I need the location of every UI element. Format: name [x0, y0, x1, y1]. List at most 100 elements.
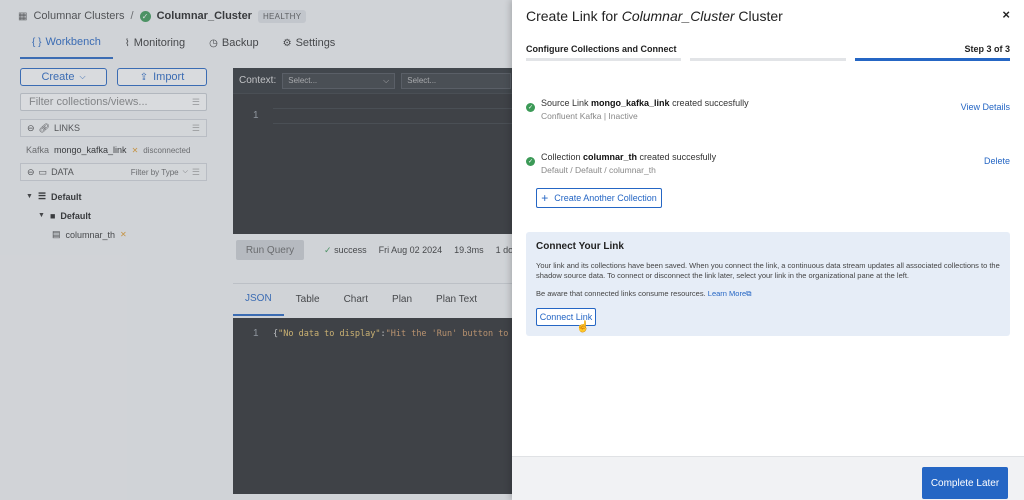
collection-icon: ▤: [52, 229, 61, 239]
tab-table[interactable]: Table: [284, 284, 332, 316]
tab-plan-text[interactable]: Plan Text: [424, 284, 489, 316]
create-label: Create: [41, 71, 75, 83]
import-button[interactable]: ⇪ Import: [117, 68, 207, 86]
result-json-line: {"No data to display":"Hit the 'Run' but…: [273, 329, 539, 339]
status-prefix: Source Link: [541, 98, 592, 108]
status-sub: Default / Default / columnar_th: [541, 165, 656, 175]
line-number: 1: [253, 110, 259, 121]
link-icon: 🔗︎: [38, 122, 50, 133]
connect-link-box: Connect Your Link Your link and its coll…: [526, 232, 1010, 336]
context-select-database[interactable]: Select... ⌵: [282, 72, 396, 89]
collapse-icon: ⊖: [27, 166, 35, 177]
collection-name: columnar_th: [65, 229, 116, 240]
title-suffix: Cluster: [734, 8, 783, 24]
tab-settings[interactable]: ⚙ Settings: [271, 34, 348, 59]
run-status: ✓ success: [324, 245, 367, 256]
folder-icon: ■: [49, 210, 56, 221]
clock-icon: ◷: [209, 37, 218, 49]
query-editor[interactable]: Context: Select... ⌵ Select... 1: [233, 68, 523, 234]
query-line[interactable]: [273, 108, 523, 124]
link-name: mongo_kafka_link: [54, 145, 127, 155]
create-another-label: Create Another Collection: [554, 193, 657, 203]
collapse-icon: ⊖: [27, 122, 35, 133]
database-name: Default: [51, 191, 82, 202]
filter-icon: ☰: [191, 96, 200, 107]
chart-icon: ⌇: [124, 37, 130, 49]
step-count: Step 3 of 3: [964, 44, 1010, 54]
filter-by-type[interactable]: Filter by Type: [131, 168, 179, 177]
data-header-label: DATA: [51, 167, 74, 177]
link-item[interactable]: Kafka mongo_kafka_link ✕ disconnected: [20, 137, 207, 163]
status-suffix: created succesfully: [669, 98, 749, 108]
tab-label: Backup: [221, 37, 259, 49]
kafka-tag: Kafka: [26, 145, 50, 155]
step-bar: [690, 58, 846, 61]
status-line: Source Link mongo_kafka_link created suc…: [541, 98, 749, 108]
breadcrumb-root[interactable]: Columnar Clusters: [33, 10, 124, 22]
status-item-link: ✓ Source Link mongo_kafka_link created s…: [526, 98, 1010, 121]
run-status-label: success: [334, 244, 367, 255]
success-check-icon: ✓: [526, 157, 535, 166]
status-prefix: Collection: [541, 152, 584, 162]
filter-icon: ☰: [191, 166, 200, 177]
status-name: columnar_th: [583, 152, 638, 162]
warning-icon: ✕: [120, 230, 127, 239]
tab-label: Workbench: [45, 36, 101, 48]
close-icon[interactable]: ×: [1002, 7, 1010, 22]
nav-tabs: { } Workbench ⌇ Monitoring ◷ Backup ⚙ Se…: [20, 34, 347, 59]
step-bar: [526, 58, 682, 61]
tab-monitoring[interactable]: ⌇ Monitoring: [113, 34, 197, 59]
tab-label: Monitoring: [133, 37, 186, 49]
breadcrumb-separator: /: [130, 10, 134, 22]
connect-note: Be aware that connected links consume re…: [536, 289, 1000, 299]
run-time: 19.3ms: [454, 245, 484, 255]
context-select-scope[interactable]: Select...: [401, 72, 512, 89]
chevron-down-icon: ⌵: [383, 75, 390, 85]
tab-chart[interactable]: Chart: [332, 284, 380, 316]
view-details-link[interactable]: View Details: [961, 102, 1010, 112]
links-section-header[interactable]: ⊖ 🔗︎ LINKS ☰: [20, 119, 207, 137]
clusters-icon: ▦: [18, 10, 28, 22]
chevron-down-icon: ⌵: [79, 72, 86, 81]
step-progress: [526, 58, 1010, 61]
data-section-header[interactable]: ⊖ ▭ DATA Filter by Type ⌵ ☰: [20, 163, 207, 181]
tab-plan[interactable]: Plan: [380, 284, 424, 316]
filter-placeholder: Filter collections/views...: [29, 96, 148, 108]
status-suffix: created succesfully: [637, 152, 717, 162]
chevron-down-icon: ⌵: [182, 168, 188, 175]
links-header-label: LINKS: [53, 123, 80, 133]
complete-later-button[interactable]: Complete Later: [922, 467, 1008, 499]
tab-json[interactable]: JSON: [233, 284, 284, 316]
import-icon: ⇪: [139, 71, 149, 83]
folder-icon: ▭: [38, 166, 48, 177]
link-status: disconnected: [143, 145, 191, 155]
filter-icon: ☰: [191, 122, 200, 133]
tree-database[interactable]: ▼ ☰ Default: [20, 187, 207, 206]
create-another-collection-button[interactable]: + Create Another Collection: [536, 188, 662, 208]
create-button[interactable]: Create ⌵: [20, 68, 107, 86]
status-item-collection: ✓ Collection columnar_th created succesf…: [526, 152, 1010, 175]
context-bar: Context: Select... ⌵ Select...: [233, 68, 523, 94]
breadcrumb-cluster[interactable]: Columnar_Cluster: [157, 10, 252, 22]
learn-more-label: Learn More: [707, 289, 747, 298]
breadcrumb: ▦ Columnar Clusters / ✓ Columnar_Cluster…: [18, 9, 307, 23]
connect-description: Your link and its collections have been …: [536, 261, 1000, 280]
result-viewer[interactable]: 1 {"No data to display":"Hit the 'Run' b…: [233, 318, 539, 494]
json-key: "No data to display": [278, 329, 381, 339]
data-tree: ▼ ☰ Default ▼ ■ Default ▤ columnar_th ✕: [20, 181, 207, 244]
scope-name: Default: [60, 210, 91, 221]
learn-more-link[interactable]: Learn More⧉: [708, 289, 752, 298]
tree-collection[interactable]: ▤ columnar_th ✕: [20, 225, 207, 244]
delete-link[interactable]: Delete: [984, 156, 1010, 166]
gear-icon: ⚙: [282, 37, 292, 49]
filter-collections-input[interactable]: Filter collections/views... ☰: [20, 93, 207, 111]
connect-title: Connect Your Link: [536, 241, 624, 252]
warning-icon: ✕: [131, 145, 139, 155]
tree-scope[interactable]: ▼ ■ Default: [20, 206, 207, 225]
import-label: Import: [153, 71, 185, 83]
external-link-icon: ⧉: [746, 289, 752, 298]
tab-workbench[interactable]: { } Workbench: [20, 34, 113, 59]
tab-backup[interactable]: ◷ Backup: [197, 34, 270, 59]
status-line: Collection columnar_th created succesful…: [541, 152, 716, 162]
run-query-button[interactable]: Run Query: [236, 240, 304, 260]
